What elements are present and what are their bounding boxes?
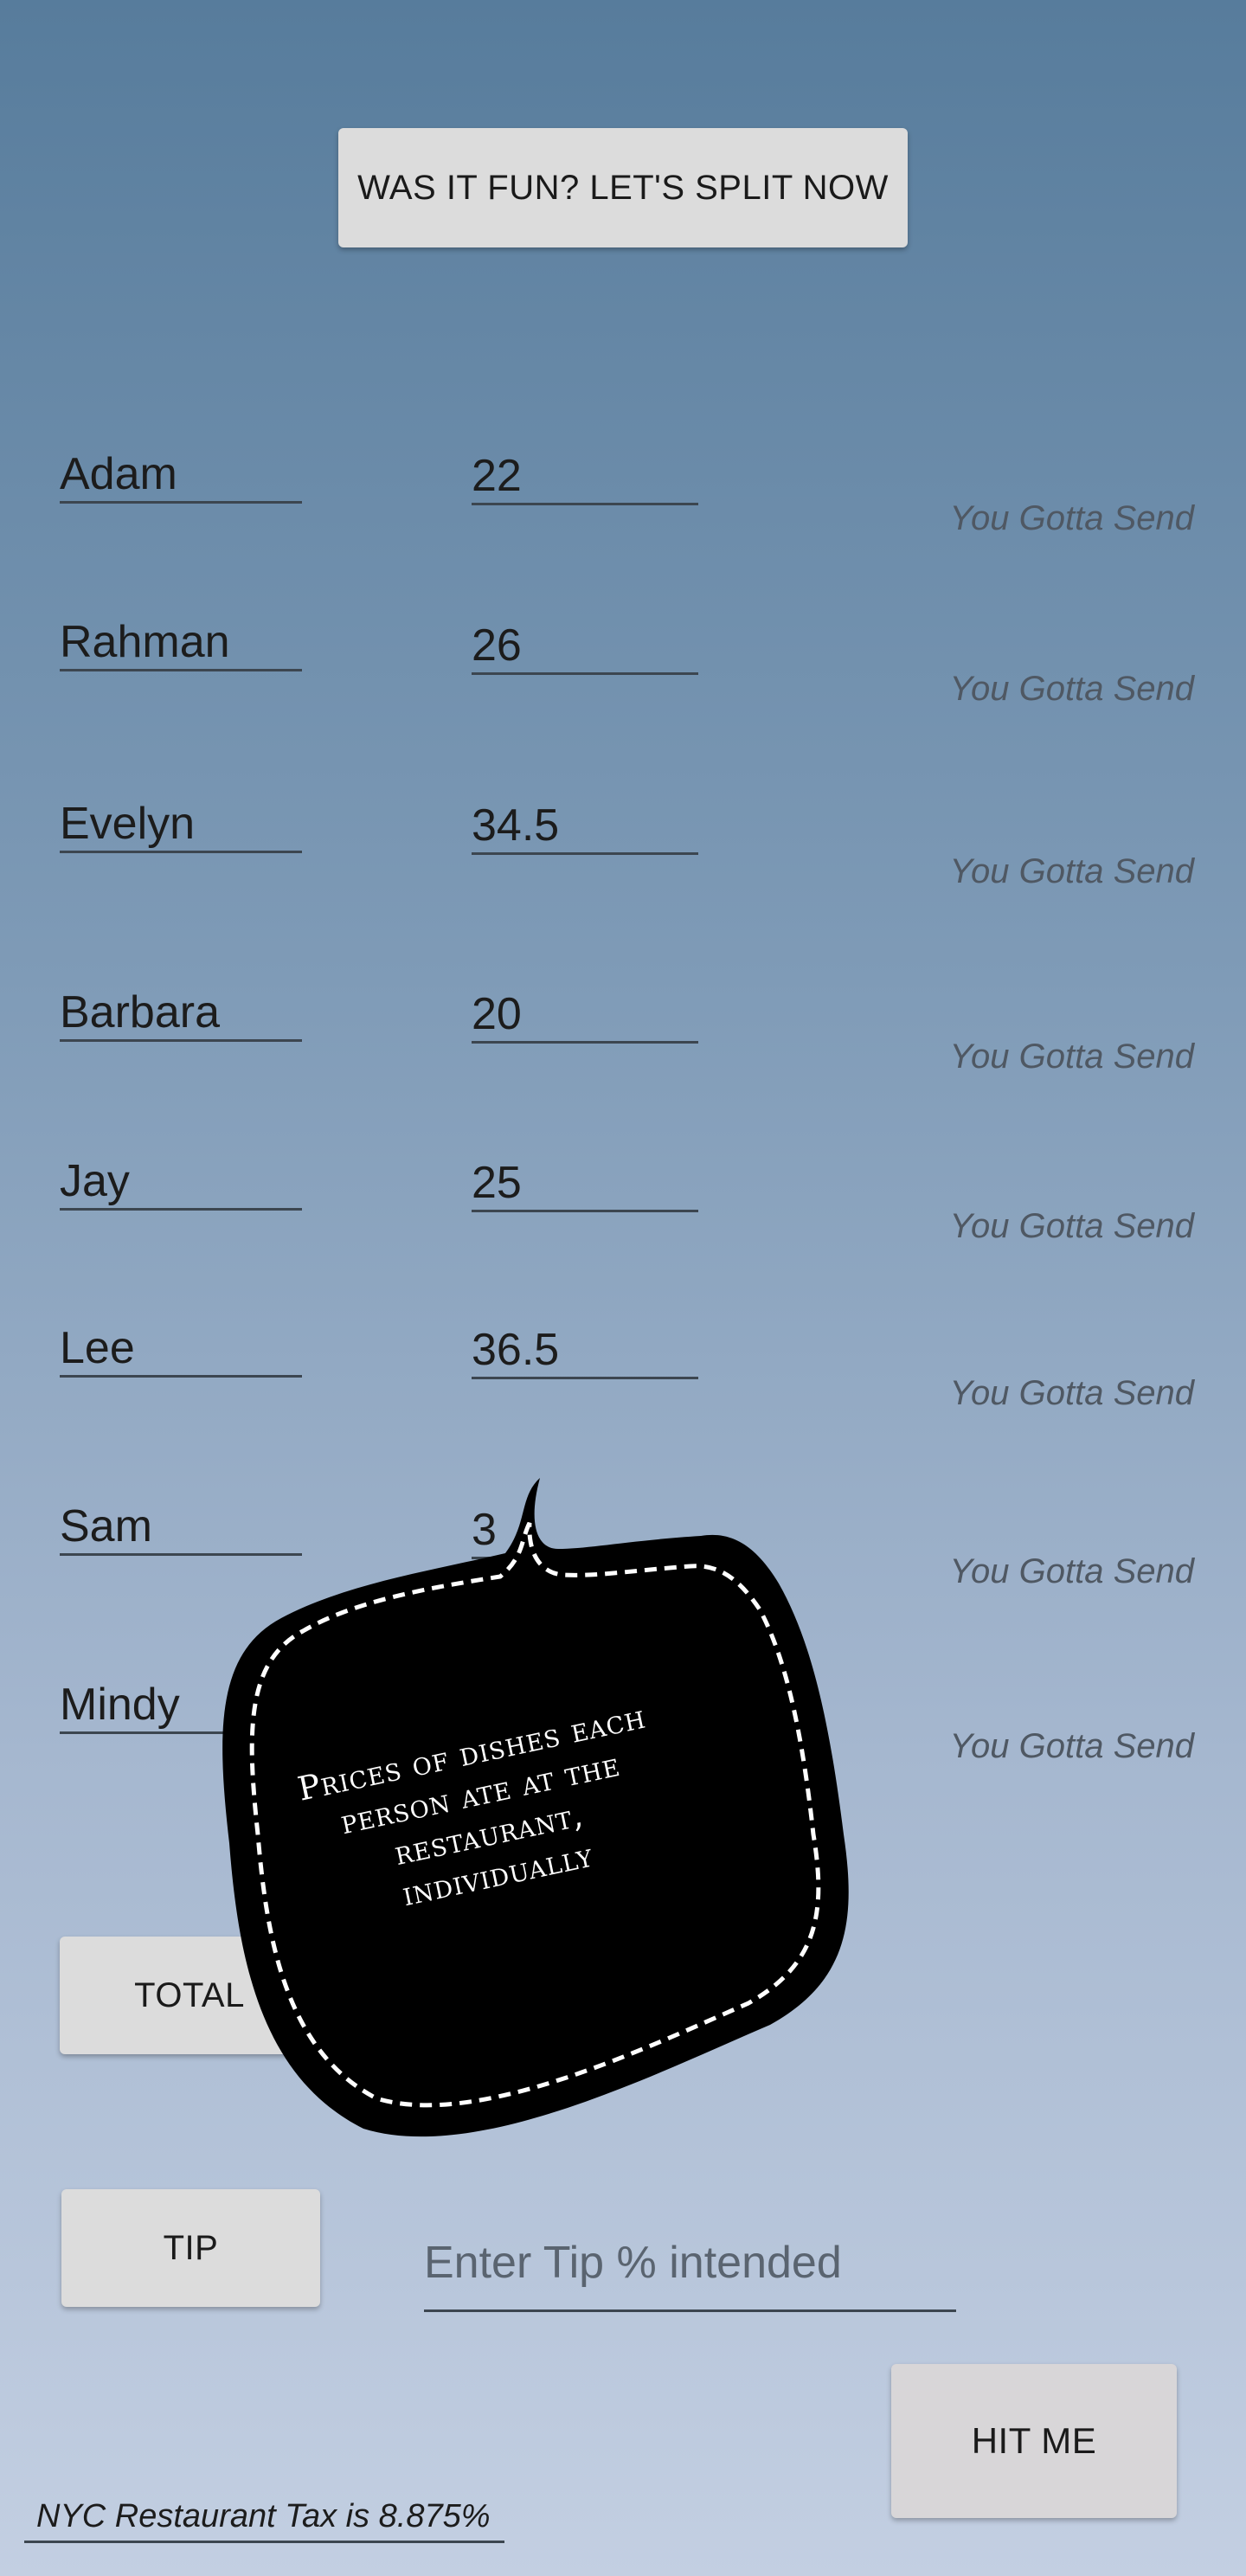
name-field-evelyn[interactable]: Evelyn [60,798,302,853]
send-amount-jay: You Gotta Send [949,1207,1194,1245]
send-amount-mindy: You Gotta Send [949,1727,1194,1765]
send-amount-rahman: You Gotta Send [949,670,1194,708]
tip-button[interactable]: TIP [61,2189,320,2307]
name-field-adam[interactable]: Adam [60,448,302,504]
price-field-barbara[interactable]: 20 [472,988,698,1044]
send-amount-sam: You Gotta Send [949,1552,1194,1590]
name-field-jay[interactable]: Jay [60,1155,302,1211]
price-field-adam[interactable]: 22 [472,450,698,505]
send-amount-lee: You Gotta Send [949,1374,1194,1412]
hit-me-button[interactable]: HIT ME [891,2364,1177,2518]
name-field-lee[interactable]: Lee [60,1322,302,1378]
name-field-barbara[interactable]: Barbara [60,986,302,1042]
split-now-button[interactable]: WAS IT FUN? LET'S SPLIT NOW [338,128,908,247]
price-field-rahman[interactable]: 26 [472,620,698,675]
price-field-evelyn[interactable]: 34.5 [472,800,698,855]
price-field-jay[interactable]: 25 [472,1157,698,1212]
send-amount-evelyn: You Gotta Send [949,852,1194,890]
price-field-lee[interactable]: 36.5 [472,1324,698,1379]
tooltip-bubble: Prices of dishes each person ate at the … [216,1471,857,2181]
tax-note: NYC Restaurant Tax is 8.875% [24,2492,504,2543]
name-field-rahman[interactable]: Rahman [60,616,302,671]
tip-percent-input[interactable] [424,2215,956,2312]
send-amount-barbara: You Gotta Send [949,1037,1194,1076]
send-amount-adam: You Gotta Send [949,499,1194,537]
